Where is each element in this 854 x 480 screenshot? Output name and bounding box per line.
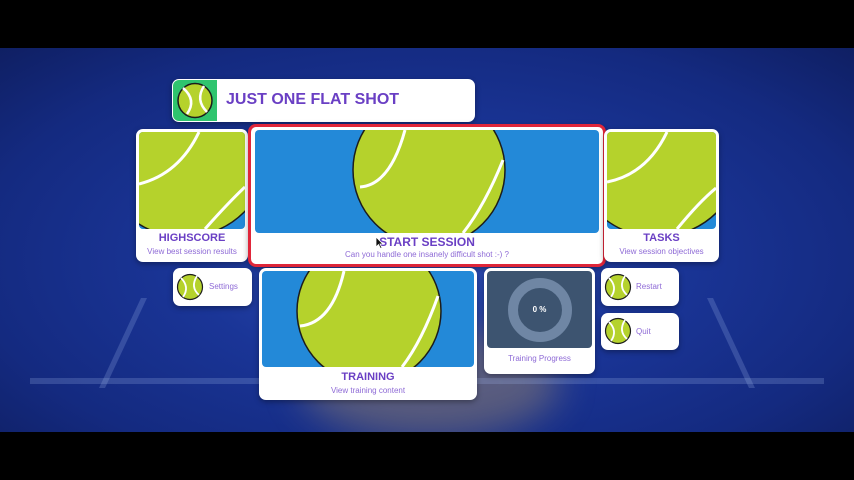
restart-button[interactable]: Restart [601, 268, 679, 306]
training-title: TRAINING [341, 371, 395, 383]
start-session-card[interactable]: START SESSION Can you handle one insanel… [248, 124, 606, 267]
tennis-ball-icon [604, 317, 632, 345]
progress-panel: 0 % [487, 271, 592, 348]
highscore-title: HIGHSCORE [158, 232, 226, 244]
tennis-ball-icon [607, 132, 716, 229]
training-card[interactable]: TRAINING View training content [259, 268, 477, 400]
court-line-left [99, 298, 147, 388]
court-line-right [707, 298, 755, 388]
page-title: JUST ONE FLAT SHOT [226, 91, 400, 108]
highscore-thumbnail [139, 132, 245, 229]
tasks-subtitle: View session objectives [619, 247, 704, 256]
tennis-ball-icon [176, 273, 204, 301]
tasks-thumbnail [607, 132, 716, 229]
tasks-title: TASKS [643, 232, 680, 244]
header-logo [173, 80, 217, 121]
settings-button[interactable]: Settings [173, 268, 252, 306]
tennis-ball-icon [604, 273, 632, 301]
header-banner: JUST ONE FLAT SHOT [172, 79, 475, 122]
training-subtitle: View training content [330, 386, 406, 395]
tennis-ball-icon [296, 271, 442, 367]
restart-label: Restart [636, 282, 662, 291]
tennis-ball-icon [139, 132, 245, 229]
quit-label: Quit [636, 327, 651, 336]
start-session-title: START SESSION [379, 235, 475, 249]
mouse-cursor-icon [375, 236, 384, 249]
quit-button[interactable]: Quit [601, 313, 679, 350]
start-session-thumbnail [255, 130, 599, 233]
settings-label: Settings [209, 282, 238, 291]
progress-label: Training Progress [508, 354, 571, 363]
tasks-card[interactable]: TASKS View session objectives [604, 129, 719, 262]
progress-value: 0 % [532, 305, 547, 314]
start-session-subtitle: Can you handle one insanely difficult sh… [345, 250, 509, 259]
tennis-ball-icon [177, 82, 213, 119]
highscore-card[interactable]: HIGHSCORE View best session results [136, 129, 248, 262]
training-progress-card[interactable]: 0 % Training Progress [484, 268, 595, 374]
training-thumbnail [262, 271, 474, 367]
tennis-ball-icon [352, 130, 506, 233]
highscore-subtitle: View best session results [147, 247, 237, 256]
